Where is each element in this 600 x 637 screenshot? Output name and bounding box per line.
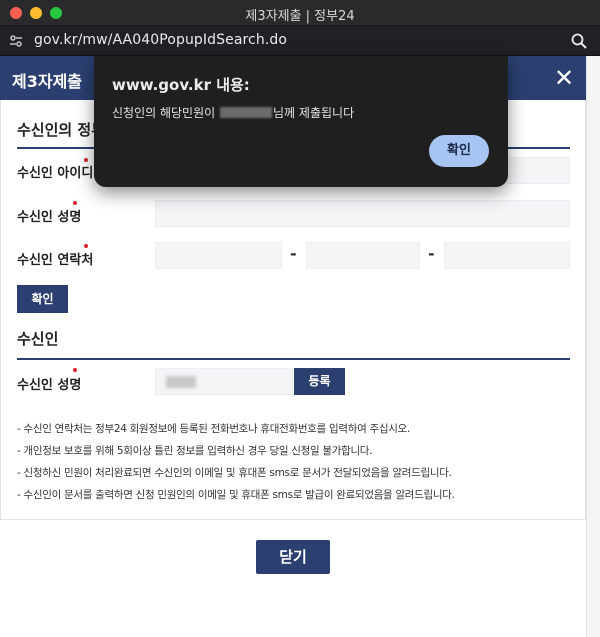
site-info-icon[interactable] [8,33,24,49]
dialog-ok-button[interactable]: 확인 [429,135,489,167]
redacted-recipient [220,107,273,118]
dialog-message-suffix: 님께 제출됩니다 [273,106,355,120]
phone-separator: - [290,244,297,263]
confirm-button[interactable]: 확인 [17,285,68,313]
recipient-name-input[interactable] [155,200,570,227]
field-label-name: 수신인 성명 [17,210,82,225]
phone-part1-input[interactable] [155,242,282,269]
dialog-message: 신청인의 해당민원이 님께 제출됩니다 [112,104,354,121]
recipient-name-value [155,368,293,395]
phone-part2-input[interactable] [306,242,420,269]
notice-item: - 신청하신 민원이 처리완료되면 수신인의 이메일 및 휴대폰 sms로 문서… [17,467,452,479]
phone-part3-input[interactable] [444,242,570,269]
window-titlebar: 제3자제출 | 정부24 [0,0,600,26]
dialog-message-prefix: 신청인의 해당민원이 [112,106,216,120]
close-button[interactable]: 닫기 [256,540,330,574]
required-marker [73,201,77,205]
close-icon[interactable]: ✕ [552,66,576,90]
field-label-recipient-name: 수신인 성명 [17,378,82,393]
scrollbar[interactable] [586,56,600,637]
phone-separator: - [428,244,435,263]
notice-item: - 수신인이 문서를 출력하면 신청 민원인의 이메일 및 휴대폰 sms로 발… [17,489,455,501]
notice-item: - 수신인 연락처는 정부24 회원정보에 등록된 전화번호나 휴대전화번호를 … [17,423,410,435]
window-title: 제3자제출 | 정부24 [245,9,355,24]
dialog-title: www.gov.kr 내용: [112,76,250,94]
alert-dialog: www.gov.kr 내용: 신청인의 해당민원이 님께 제출됩니다 확인 [94,56,508,187]
section-divider [17,358,570,360]
url-text[interactable]: gov.kr/mw/AA040PopupIdSearch.do [34,32,287,48]
notice-list: - 수신인 연락처는 정부24 회원정보에 등록된 전화번호나 휴대전화번호를 … [17,418,577,506]
field-label-phone: 수신인 연락처 [17,253,94,268]
redacted-name [166,376,196,388]
notice-item: - 개인정보 보호를 위해 5회이상 틀린 정보를 입력하신 경우 당일 신청일… [17,445,373,457]
required-marker [84,158,88,162]
field-label-id: 수신인 아이디 [17,166,94,181]
zoom-icon[interactable] [570,32,588,50]
section-title-recipient: 수신인 [17,330,59,348]
required-marker [84,244,88,248]
page-title: 제3자제출 [12,72,83,91]
required-marker [73,368,77,372]
address-bar: gov.kr/mw/AA040PopupIdSearch.do [0,26,600,56]
register-button[interactable]: 등록 [294,368,345,395]
